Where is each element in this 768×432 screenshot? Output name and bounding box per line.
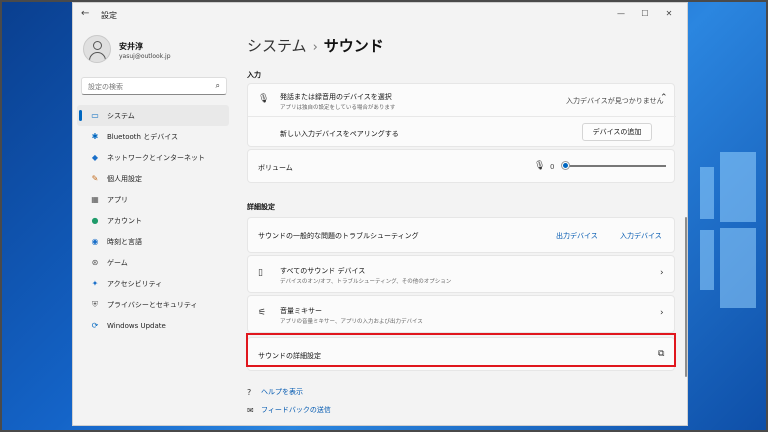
- sidebar-item-network[interactable]: ◆ ネットワークとインターネット: [77, 147, 229, 168]
- sidebar-item-windows-update[interactable]: ⟳ Windows Update: [77, 315, 229, 336]
- all-sound-devices-card[interactable]: ▯ すべてのサウンド デバイス デバイスのオン/オフ、トラブルシューティング、そ…: [247, 255, 675, 293]
- scrollbar[interactable]: [685, 217, 687, 377]
- volume-label: ボリューム: [258, 164, 293, 172]
- sidebar: 安井淳 yasuj@outlook.jp 設定の検索 ⌕ ▭ システム ✱ Bl…: [73, 27, 233, 425]
- sidebar-item-personalization[interactable]: ✎ 個人用設定: [77, 168, 229, 189]
- volume-value: 0: [550, 163, 555, 171]
- window-title: 設定: [101, 11, 117, 20]
- brush-icon: ✎: [91, 174, 99, 183]
- help-label: ヘルプを表示: [261, 388, 303, 396]
- volume-slider-track[interactable]: [564, 165, 666, 167]
- sidebar-item-system[interactable]: ▭ システム: [77, 105, 229, 126]
- close-button[interactable]: ✕: [657, 7, 681, 21]
- sidebar-item-label: アクセシビリティ: [107, 279, 163, 288]
- apps-icon: ▦: [91, 195, 99, 204]
- sidebar-item-privacy[interactable]: ⛨ プライバシーとセキュリティ: [77, 294, 229, 315]
- mixer-subtitle: アプリの音量ミキサー、アプリの入力および出力デバイス: [280, 319, 423, 325]
- help-icon: ?: [247, 387, 252, 397]
- monitor-icon: ▭: [91, 111, 99, 120]
- avatar[interactable]: [83, 35, 111, 63]
- input-device-card: 🎙 発話または録音用のデバイスを選択 アプリは独自の設定をしている場合があります…: [247, 83, 676, 147]
- sidebar-item-label: システム: [107, 111, 135, 120]
- wifi-icon: ◆: [91, 153, 99, 162]
- volume-slider-thumb[interactable]: [562, 162, 569, 169]
- volume-card: ボリューム 🎙 0: [247, 149, 675, 183]
- sidebar-item-label: Bluetooth とデバイス: [107, 132, 178, 141]
- input-device-title: 発話または録音用のデバイスを選択: [280, 93, 392, 101]
- mixer-icon: ⚟: [258, 308, 267, 318]
- back-arrow-icon[interactable]: ←: [81, 8, 89, 19]
- gamepad-icon: ⊛: [91, 258, 99, 267]
- chevron-right-icon: ›: [660, 308, 664, 318]
- breadcrumb-separator-icon: ›: [312, 40, 318, 55]
- pair-input-label: 新しい入力デバイスをペアリングする: [280, 130, 399, 138]
- title-bar: ← 設定 — ☐ ✕: [73, 3, 687, 27]
- highlight-box: [246, 333, 676, 367]
- sidebar-item-label: ネットワークとインターネット: [107, 153, 205, 162]
- feedback-link[interactable]: ✉ フィードバックの送信: [247, 405, 331, 415]
- sidebar-item-label: アプリ: [107, 195, 128, 204]
- sidebar-item-label: 個人用設定: [107, 174, 142, 183]
- breadcrumb-parent[interactable]: システム: [247, 37, 307, 55]
- sidebar-item-accessibility[interactable]: ✦ アクセシビリティ: [77, 273, 229, 294]
- mixer-title: 音量ミキサー: [280, 307, 322, 315]
- sidebar-item-gaming[interactable]: ⊛ ゲーム: [77, 252, 229, 273]
- all-devices-subtitle: デバイスのオン/オフ、トラブルシューティング、その他のオプション: [280, 279, 452, 285]
- input-device-status: 入力デバイスが見つかりません: [566, 97, 664, 105]
- sidebar-item-label: ゲーム: [107, 258, 128, 267]
- maximize-button[interactable]: ☐: [633, 7, 657, 21]
- person-icon: ●: [91, 216, 99, 225]
- help-link[interactable]: ? ヘルプを表示: [247, 387, 303, 397]
- update-icon: ⟳: [91, 321, 99, 330]
- output-device-link[interactable]: 出力デバイス: [556, 231, 598, 241]
- troubleshoot-label: サウンドの一般的な問題のトラブルシューティング: [258, 232, 419, 240]
- search-input[interactable]: 設定の検索 ⌕: [81, 77, 227, 95]
- desktop-wallpaper-logo: [690, 2, 768, 432]
- user-name: 安井淳: [119, 42, 143, 51]
- advanced-section-header: 詳細設定: [247, 203, 275, 211]
- user-email: yasuj@outlook.jp: [119, 53, 171, 60]
- page-title: サウンド: [323, 37, 384, 55]
- chevron-right-icon: ›: [660, 268, 664, 278]
- sidebar-item-apps[interactable]: ▦ アプリ: [77, 189, 229, 210]
- troubleshoot-card: サウンドの一般的な問題のトラブルシューティング 出力デバイス 入力デバイス: [247, 217, 675, 253]
- add-device-button[interactable]: デバイスの追加: [582, 123, 652, 141]
- minimize-button[interactable]: —: [609, 7, 633, 21]
- sidebar-item-time-language[interactable]: ◉ 時刻と言語: [77, 231, 229, 252]
- sidebar-item-label: Windows Update: [107, 321, 166, 330]
- speaker-device-icon: ▯: [258, 268, 263, 278]
- feedback-icon: ✉: [247, 405, 254, 415]
- search-placeholder: 設定の検索: [88, 83, 123, 91]
- chevron-up-icon[interactable]: ⌃: [660, 93, 668, 103]
- search-icon: ⌕: [215, 81, 220, 90]
- feedback-label: フィードバックの送信: [261, 406, 331, 414]
- sidebar-item-label: プライバシーとセキュリティ: [107, 300, 198, 309]
- microphone-icon: 🎙: [534, 161, 546, 171]
- globe-icon: ◉: [91, 237, 99, 246]
- breadcrumb: システム › サウンド: [247, 35, 384, 56]
- input-device-link[interactable]: 入力デバイス: [620, 231, 662, 241]
- microphone-icon: 🎙: [258, 94, 270, 104]
- shield-icon: ⛨: [92, 299, 98, 309]
- sidebar-nav: ▭ システム ✱ Bluetooth とデバイス ◆ ネットワークとインターネッ…: [77, 105, 229, 336]
- sidebar-item-accounts[interactable]: ● アカウント: [77, 210, 229, 231]
- volume-mixer-card[interactable]: ⚟ 音量ミキサー アプリの音量ミキサー、アプリの入力および出力デバイス ›: [247, 295, 675, 333]
- sidebar-item-label: アカウント: [107, 216, 142, 225]
- sidebar-item-bluetooth[interactable]: ✱ Bluetooth とデバイス: [77, 126, 229, 147]
- all-devices-title: すべてのサウンド デバイス: [280, 267, 366, 275]
- bluetooth-icon: ✱: [91, 132, 99, 141]
- input-section-header: 入力: [247, 71, 261, 79]
- sidebar-item-label: 時刻と言語: [107, 237, 142, 246]
- accessibility-icon: ✦: [91, 279, 99, 288]
- input-device-subtitle: アプリは独自の設定をしている場合があります: [280, 105, 396, 111]
